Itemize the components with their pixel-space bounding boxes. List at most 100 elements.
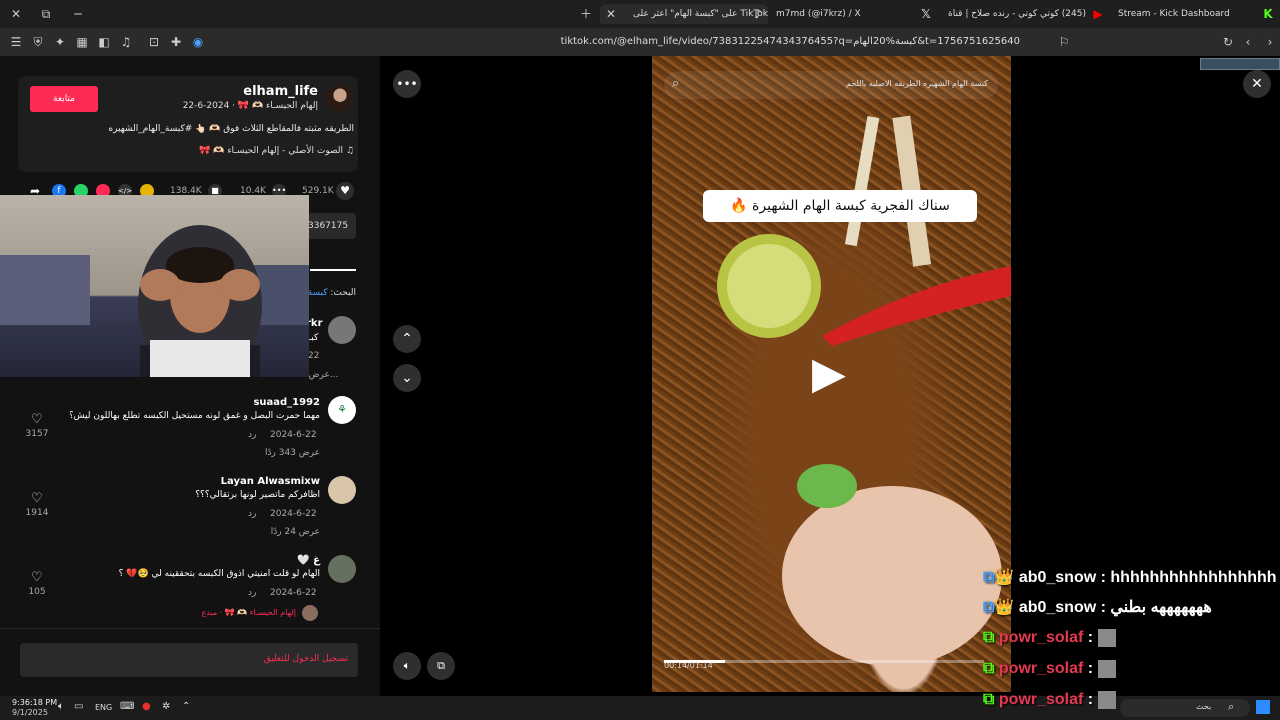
stream-badge bbox=[1200, 58, 1280, 70]
chat-emote bbox=[1097, 691, 1116, 709]
restore-icon[interactable]: ⧉ bbox=[38, 6, 54, 22]
chat-message: هههههههه بطني bbox=[1110, 599, 1212, 616]
back-icon[interactable]: ‹ bbox=[1240, 34, 1256, 50]
like-icon[interactable]: ♥ bbox=[336, 182, 354, 200]
tab-label: TikTok على "كبسة الهام" اعثر على bbox=[632, 9, 768, 19]
comment-text: مهما حمرت البصل و غمق لونه مستحيل الكبسه… bbox=[70, 411, 320, 421]
comment-date: 2024-6-22 bbox=[270, 588, 317, 598]
video-time: 00:14/01:14 bbox=[664, 661, 713, 670]
heart-icon[interactable]: ♡ bbox=[31, 570, 43, 585]
settings-icon[interactable]: ✲ bbox=[162, 701, 170, 712]
extensions-icon[interactable]: ✦ bbox=[52, 34, 68, 50]
video-search-input[interactable]: كبسة الهام الشهيره الطريقه الاصليه باللح… bbox=[690, 79, 988, 88]
chat-emote bbox=[1097, 660, 1116, 678]
pip-icon[interactable]: ⧉ bbox=[427, 652, 455, 680]
comment-username[interactable]: غ 🤍 bbox=[150, 555, 320, 566]
comment-avatar[interactable] bbox=[328, 555, 356, 583]
search-icon[interactable]: ⌕ bbox=[672, 76, 679, 91]
sound-line[interactable]: ♫ الصوت الأصلي - إلهام الحيسـاء 🫶🏻 🎀 bbox=[40, 146, 354, 156]
webcam-overlay bbox=[0, 195, 309, 377]
comment-date: 2024-6-22 bbox=[270, 430, 317, 440]
play-icon[interactable]: ▶ bbox=[812, 352, 846, 396]
comment-likes: 3157 bbox=[25, 429, 49, 439]
more-options-icon[interactable]: ••• bbox=[393, 70, 421, 98]
caption: الطريقه مثبته فالمقاطع الثلاث فوق 🫶🏻 👆🏻 … bbox=[108, 124, 354, 134]
chat-message: hhhhhhhhhhhhhhhhh bbox=[1110, 569, 1277, 586]
screenshot-icon[interactable]: ⊡ bbox=[146, 34, 162, 50]
shield-icon[interactable]: ⛨ bbox=[30, 34, 46, 50]
tab-close-icon[interactable]: ✕ bbox=[603, 6, 619, 22]
close-video-button[interactable]: ✕ bbox=[1243, 70, 1271, 98]
view-replies[interactable]: عرض 343 ردًا bbox=[220, 448, 320, 458]
view-replies[interactable]: عرض 24 ردًا bbox=[220, 527, 320, 537]
address-bar[interactable]: tiktok.com/@elham_life/video/73831225474… bbox=[300, 32, 1048, 52]
tab-underline bbox=[310, 269, 356, 271]
chat-line: ⧉👑 ab0_snow : هههههههه بطني bbox=[983, 599, 1212, 616]
video-overlay-title: سناك الفجرية كبسة الهام الشهيرة 🔥 bbox=[703, 190, 977, 222]
forward-icon[interactable]: › bbox=[1262, 34, 1278, 50]
reload-icon[interactable]: ↻ bbox=[1220, 34, 1236, 50]
music-icon[interactable]: ♫ bbox=[118, 34, 134, 50]
author-reply[interactable]: إلهام الحيسـاء 🫶🏻 🎀 · مبدع bbox=[150, 608, 296, 617]
bookmark-icon[interactable]: ⚐ bbox=[1056, 34, 1072, 50]
divider bbox=[0, 628, 380, 629]
kick-icon: K bbox=[1263, 7, 1273, 21]
clock-time[interactable]: 9:36:18 PM bbox=[12, 698, 57, 707]
follow-button[interactable]: متابعة bbox=[30, 86, 98, 112]
new-tab-icon[interactable]: ＋ bbox=[578, 6, 594, 22]
wireless-icon[interactable]: ◉ bbox=[190, 34, 206, 50]
chat-username: ab0_snow bbox=[1018, 599, 1097, 616]
chat-username: powr_solaf bbox=[998, 660, 1084, 678]
comment-likes: 22 bbox=[308, 351, 320, 361]
comment-avatar[interactable]: ⚘ bbox=[328, 396, 356, 424]
close-window-icon[interactable]: ✕ bbox=[8, 6, 24, 22]
avatar[interactable] bbox=[326, 84, 354, 112]
post-display-line: إلهام الحيسـاء 🫶🏻 🎀 · 2024-6-22 bbox=[182, 101, 318, 111]
comment-date: 2024-6-22 bbox=[270, 509, 317, 519]
comment-avatar[interactable] bbox=[328, 316, 356, 344]
author-avatar bbox=[302, 605, 318, 621]
speaker-icon[interactable]: 🔈︎ bbox=[58, 701, 64, 712]
sidebar-icon[interactable]: ◧ bbox=[96, 34, 112, 50]
tab-tiktok[interactable]: TikTok على "كبسة الهام" اعثر على bbox=[600, 4, 768, 24]
chevron-up-icon[interactable]: ⌃ bbox=[182, 701, 190, 712]
comment-username[interactable]: Layan Alwasmixw bbox=[150, 476, 320, 487]
monitor-icon[interactable]: ▭ bbox=[74, 701, 83, 712]
chat-badge-icon: ⧉ bbox=[983, 691, 995, 709]
tab-youtube[interactable]: (245) كوتي كوتي - رنده صلاح | قناة كرامي… bbox=[946, 4, 1086, 24]
microphone-icon[interactable]: ● bbox=[142, 701, 151, 712]
menu-icon[interactable]: ☰ bbox=[8, 34, 24, 50]
tab-label: m7md (@i7krz) / X bbox=[776, 9, 861, 19]
login-prompt[interactable]: تسجيل الدخول للتعليق bbox=[30, 654, 348, 664]
reply-link[interactable]: رد bbox=[248, 588, 256, 598]
gallery-icon[interactable]: ▦ bbox=[74, 34, 90, 50]
tab-x[interactable]: m7md (@i7krz) / X bbox=[776, 4, 906, 24]
chat-line: ⧉ powr_solaf : bbox=[983, 629, 1280, 655]
clock-date[interactable]: 9/1/2025 bbox=[12, 708, 48, 717]
previous-video-button[interactable]: ⌃ bbox=[393, 325, 421, 353]
heart-icon[interactable]: ♡ bbox=[31, 412, 43, 427]
comment-username[interactable]: suaad_1992 bbox=[150, 397, 320, 408]
comment-likes: 105 bbox=[28, 587, 46, 597]
search-term[interactable]: كبسة bbox=[308, 288, 328, 298]
username[interactable]: elham_life bbox=[150, 84, 318, 99]
reply-link[interactable]: رد bbox=[248, 509, 256, 519]
language-indicator[interactable]: ENG bbox=[95, 703, 112, 712]
keyboard-icon[interactable]: ⌨ bbox=[120, 701, 134, 712]
volume-icon[interactable]: 🔈︎ bbox=[393, 652, 421, 680]
chat-badge-icon: ⧉👑 bbox=[983, 599, 1015, 616]
tab-kick[interactable]: Stream - Kick Dashboard bbox=[1118, 4, 1248, 24]
heart-icon[interactable]: ♡ bbox=[31, 491, 43, 506]
comment-avatar[interactable] bbox=[328, 476, 356, 504]
puzzle-icon[interactable]: ✚ bbox=[168, 34, 184, 50]
reply-link[interactable]: رد bbox=[248, 430, 256, 440]
minimize-icon[interactable]: ─ bbox=[70, 6, 86, 22]
youtube-icon: ▶ bbox=[1093, 7, 1103, 21]
search-label: البحث: bbox=[330, 288, 356, 298]
music-note-icon: ♫ bbox=[343, 146, 354, 156]
next-video-button[interactable]: ⌄ bbox=[393, 364, 421, 392]
chat-badge-icon: ⧉ bbox=[983, 629, 995, 647]
tab-label: Stream - Kick Dashboard bbox=[1118, 9, 1230, 19]
chat-line: ⧉👑 ab0_snow : hhhhhhhhhhhhhhhhh bbox=[983, 569, 1277, 586]
comment-text: الهام لو قلت امنيتي اذوق الكبسه بتحققينه… bbox=[118, 569, 320, 579]
